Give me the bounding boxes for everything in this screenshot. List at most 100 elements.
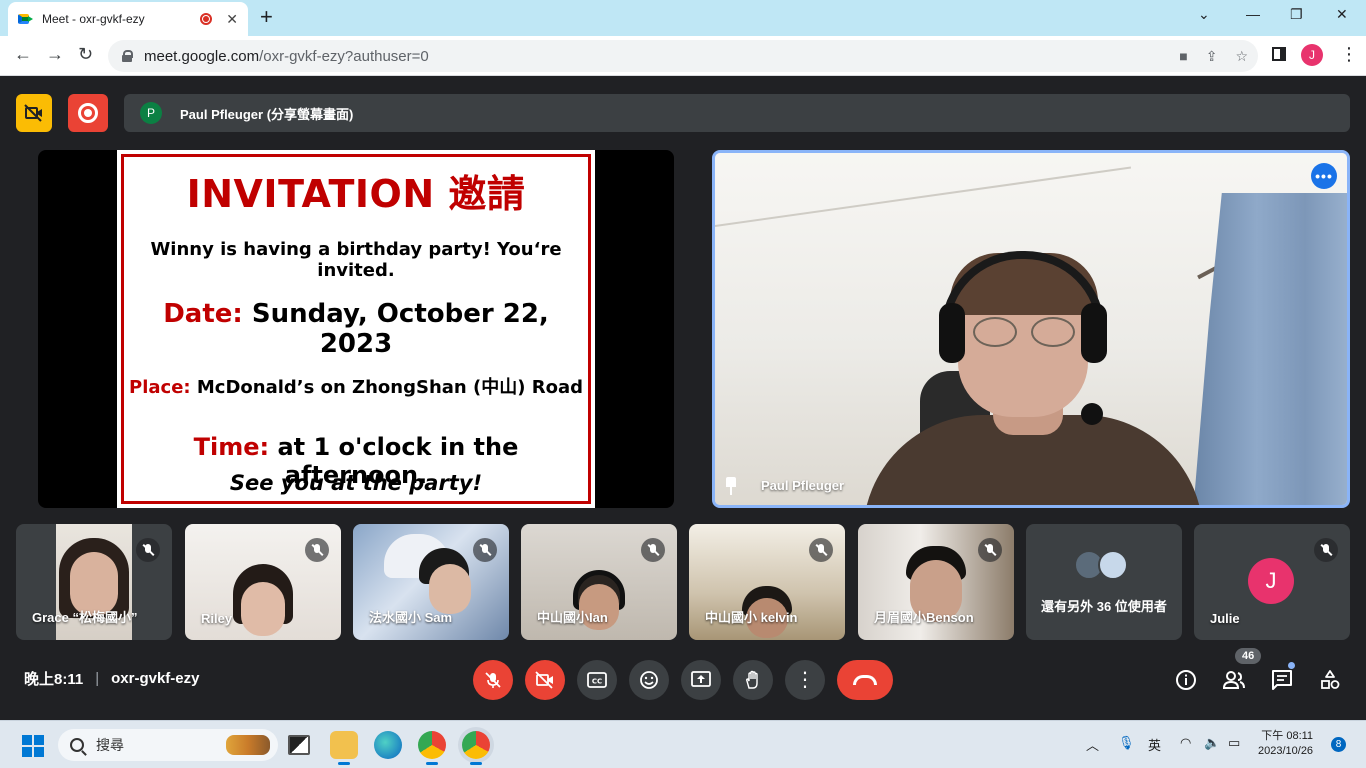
wifi-icon[interactable]: ◠ — [1180, 735, 1191, 751]
shared-screen[interactable]: INVITATION 邀請 Winny is having a birthday… — [38, 150, 674, 508]
mic-muted-icon — [809, 538, 833, 562]
browser-tab-bar: Meet - oxr-gvkf-ezy ✕ + ⌄ — ❐ ✕ — [0, 0, 1366, 36]
back-arrow-icon[interactable]: ← — [14, 44, 32, 65]
bookmark-star-icon[interactable]: ☆ — [1235, 48, 1248, 65]
chrome-icon[interactable] — [418, 731, 446, 765]
recording-indicator-icon — [200, 13, 213, 25]
chat-button[interactable] — [1270, 668, 1294, 692]
camera-toggle-button[interactable] — [525, 660, 565, 700]
participant-tile[interactable]: Riley — [185, 524, 341, 640]
ime-indicator[interactable]: 英 — [1148, 735, 1161, 754]
browser-tab-meet[interactable]: Meet - oxr-gvkf-ezy ✕ — [8, 2, 248, 36]
slide-closing: See you at the party! — [229, 471, 483, 495]
main-speaker-name: Paul Pfleuger — [761, 478, 845, 493]
browser-toolbar: ← → ↻ meet.google.com/oxr-gvkf-ezy?authu… — [0, 36, 1366, 76]
address-bar[interactable]: meet.google.com/oxr-gvkf-ezy?authuser=0 … — [108, 40, 1258, 72]
google-meet-icon — [18, 12, 34, 26]
reload-icon[interactable]: ↻ — [78, 44, 93, 65]
chrome-profile-icon[interactable] — [462, 731, 490, 765]
mic-muted-icon — [641, 538, 665, 562]
tab-close-icon[interactable]: ✕ — [226, 11, 238, 28]
participant-tile[interactable]: Grace “松梅國小” — [16, 524, 172, 640]
invitation-slide: INVITATION 邀請 Winny is having a birthday… — [117, 150, 595, 508]
window-close-icon[interactable]: ✕ — [1336, 6, 1348, 23]
camera-permission-icon[interactable]: ■ — [1179, 48, 1187, 65]
recording-button[interactable] — [68, 94, 108, 132]
windows-taskbar: 搜尋 ︿ 🎙 英 ◠ 🔈 ▭ 下午 08:11 2023/10/26 8 — [0, 720, 1366, 768]
participant-name: 月眉國小Benson — [874, 610, 974, 625]
slide-title: INVITATION 邀請 — [186, 172, 526, 216]
more-options-button[interactable]: ⋮ — [785, 660, 825, 700]
others-tile[interactable]: 還有另外 36 位使用者 — [1026, 524, 1182, 640]
video-off-icon — [535, 671, 553, 689]
mic-muted-icon — [978, 538, 1002, 562]
leave-call-button[interactable] — [837, 660, 893, 700]
hand-icon — [745, 670, 758, 689]
taskbar-clock[interactable]: 下午 08:11 2023/10/26 — [1258, 729, 1313, 759]
participant-name: Riley — [201, 611, 233, 626]
forward-arrow-icon[interactable]: → — [46, 44, 64, 65]
file-explorer-icon[interactable] — [330, 731, 358, 765]
info-icon — [1176, 670, 1196, 690]
participant-avatar — [1098, 550, 1128, 580]
present-screen-button[interactable] — [681, 660, 721, 700]
participant-tile[interactable]: 法水國小 Sam — [353, 524, 509, 640]
lock-icon[interactable] — [122, 50, 133, 62]
slide-intro: Winny is having a birthday party! You‘re… — [150, 239, 562, 281]
notification-badge[interactable]: 8 — [1331, 737, 1346, 752]
meeting-details-button[interactable] — [1174, 668, 1198, 692]
tile-more-options-button[interactable]: ••• — [1311, 163, 1337, 189]
slide-place: Place: McDonald’s on ZhongShan (中山) Road — [129, 377, 583, 398]
participant-tile[interactable]: 中山國小 kelvin — [689, 524, 845, 640]
video-off-icon — [24, 104, 42, 122]
hang-up-icon — [853, 675, 877, 685]
taskbar-search[interactable]: 搜尋 — [58, 729, 278, 761]
participant-avatar: J — [1248, 558, 1294, 604]
mic-muted-icon — [136, 538, 160, 562]
pin-icon[interactable] — [725, 477, 737, 495]
browser-menu-icon[interactable]: ⋮ — [1340, 44, 1358, 65]
meeting-time: 晚上8:11 — [24, 671, 84, 688]
people-button[interactable] — [1222, 668, 1246, 692]
profile-avatar[interactable]: J — [1301, 44, 1323, 66]
record-icon — [78, 103, 98, 123]
activities-button[interactable] — [1318, 668, 1342, 692]
presenter-label: Paul Pfleuger (分享螢幕畫面) — [180, 106, 354, 122]
participant-tile-julie[interactable]: J Julie — [1194, 524, 1350, 640]
restore-icon[interactable]: ❐ — [1290, 6, 1303, 23]
tab-search-chevron-icon[interactable]: ⌄ — [1198, 6, 1210, 23]
new-tab-button[interactable]: + — [260, 6, 273, 28]
participant-tile[interactable]: 月眉國小Benson — [858, 524, 1014, 640]
mic-toggle-button[interactable] — [473, 660, 513, 700]
search-icon — [70, 738, 84, 752]
participant-name: Julie — [1210, 611, 1240, 626]
side-panel-icon[interactable] — [1272, 47, 1286, 61]
url-path: /oxr-gvkf-ezy?authuser=0 — [259, 47, 429, 65]
share-icon[interactable]: ⇪ — [1206, 48, 1218, 65]
participant-tile[interactable]: 中山國小Ian — [521, 524, 677, 640]
chat-notification-dot — [1288, 662, 1295, 669]
edge-icon[interactable] — [374, 731, 402, 759]
captions-button[interactable]: CC — [577, 660, 617, 700]
camera-off-indicator-button[interactable] — [16, 94, 52, 132]
raise-hand-button[interactable] — [733, 660, 773, 700]
battery-icon[interactable]: ▭ — [1228, 735, 1240, 751]
search-highlight-icon — [226, 735, 270, 755]
volume-icon[interactable]: 🔈 — [1204, 735, 1220, 751]
separator: | — [95, 670, 100, 687]
microphone-icon[interactable]: 🎙 — [1118, 735, 1135, 751]
taskbar-search-label: 搜尋 — [96, 737, 124, 753]
svg-text:CC: CC — [592, 678, 602, 686]
emoji-icon — [640, 671, 658, 689]
tray-overflow-chevron-icon[interactable]: ︿ — [1086, 735, 1099, 754]
slide-date: Date: Sunday, October 22, 2023 — [163, 299, 549, 359]
task-view-icon[interactable] — [288, 735, 310, 755]
main-speaker-tile[interactable]: ••• Paul Pfleuger — [712, 150, 1350, 508]
tab-title: Meet - oxr-gvkf-ezy — [42, 12, 145, 26]
reactions-button[interactable] — [629, 660, 669, 700]
participant-count-badge: 46 — [1235, 648, 1262, 664]
taskbar-date: 2023/10/26 — [1258, 745, 1314, 757]
start-button[interactable] — [22, 735, 44, 757]
people-icon — [1222, 671, 1245, 689]
minimize-icon[interactable]: — — [1246, 6, 1260, 22]
